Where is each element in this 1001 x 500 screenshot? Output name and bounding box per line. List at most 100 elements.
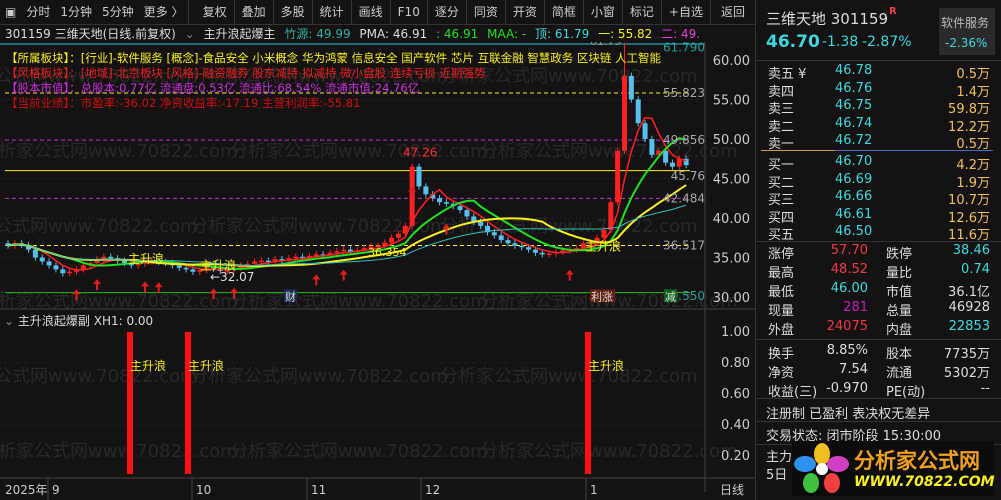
stat-value: 57.70: [830, 243, 868, 258]
stat-row: 外盘 24075 内盘 22853: [768, 319, 990, 338]
price-tick-label: 30.00: [713, 291, 750, 306]
sub-indicator-name[interactable]: 主升浪起爆副: [18, 314, 90, 328]
small-window-button[interactable]: 小窗: [584, 0, 623, 25]
watermark: 分析家公式网www.70822.com: [0, 141, 238, 162]
order-book-row[interactable]: 买一 46.70 4.2万: [768, 154, 990, 173]
level-price: 46.74: [835, 115, 873, 131]
candle-body: [505, 240, 511, 244]
signal-bar: [127, 332, 133, 474]
stock-name: 三维天地 301159: [766, 10, 889, 28]
sub-tick-label: 0.80: [721, 356, 750, 371]
stat-value: 8.85%: [826, 343, 868, 358]
time-tick-label: 12: [425, 483, 440, 497]
f10-button[interactable]: F10: [391, 0, 428, 25]
stat-value: 7.54: [839, 362, 868, 377]
stat-label: 股本: [886, 347, 913, 362]
style-key: 【风格板块】：: [6, 66, 81, 80]
stat-label: 市值: [886, 285, 913, 300]
tick-button[interactable]: 逐分: [428, 0, 467, 25]
sector-pct: -2.36%: [945, 36, 988, 50]
indicator-dropdown-icon[interactable]: ⌄: [185, 27, 195, 41]
order-book-row[interactable]: 卖三 46.75 59.8万: [768, 98, 990, 117]
style-value: [地域]-北京板块 [风格]-融资融券 股东减持 拟减持 微小盘股 连续亏损 近…: [80, 66, 486, 80]
candle-body: [526, 247, 532, 250]
stat-value: 0.74: [961, 262, 990, 277]
sub-indicator-header: ⌄ 主升浪起爆副 XH1: 0.00: [4, 312, 153, 329]
candle-body: [512, 243, 518, 246]
stat-label: 总量: [886, 304, 913, 319]
order-book-row[interactable]: 买三 46.66 10.7万: [768, 189, 990, 208]
candle-body: [546, 253, 552, 256]
stat-value: 46928: [948, 300, 990, 315]
watermark: 分析家公式网www.70822.com: [230, 291, 488, 312]
up-arrow-icon: [339, 269, 348, 281]
order-book-row[interactable]: 卖二 46.74 12.2万: [768, 116, 990, 135]
back-button[interactable]: 返回: [711, 0, 755, 25]
candle-body: [532, 249, 538, 253]
level-label: 买三: [768, 193, 795, 208]
candle-body: [416, 166, 422, 187]
same-fund-button[interactable]: 同资: [467, 0, 506, 25]
signal-bar: [185, 332, 191, 474]
tab-5min[interactable]: 5分钟: [97, 0, 139, 25]
overlay-button[interactable]: 叠加: [235, 0, 274, 25]
mark-button[interactable]: 标记: [623, 0, 662, 25]
signal-label: 主升浪: [130, 358, 166, 373]
v3-value: : 46.91: [436, 27, 479, 41]
level-price: 46.61: [835, 206, 873, 222]
candle-body: [649, 139, 655, 155]
jian-label: 减: [665, 290, 676, 303]
cai-label: 财: [285, 289, 296, 303]
time-tick-label: 11: [311, 483, 326, 497]
tab-intraday[interactable]: 分时: [21, 0, 55, 25]
candle-body: [464, 210, 470, 217]
level-price: 46.78: [835, 63, 873, 78]
order-book-row[interactable]: 卖五 ¥ 46.78 0.5万: [768, 63, 990, 82]
sector-name: 软件服务: [941, 16, 990, 30]
tab-1min[interactable]: 1分钟: [55, 0, 97, 25]
candle-body: [498, 235, 504, 241]
watermark: 分析家公式网www.70822.com: [190, 366, 448, 387]
price-tick-label: 45.00: [713, 173, 750, 188]
stat-row: 现量 281 总量 46928: [768, 300, 990, 319]
order-book-row[interactable]: 买四 46.61 12.6万: [768, 207, 990, 226]
watermark: 分析家公式网www.70822.com: [0, 441, 238, 462]
stat-value: 48.52: [830, 262, 868, 277]
restore-rights-button[interactable]: 复权: [196, 0, 235, 25]
indicator-name[interactable]: 主升浪起爆主: [204, 27, 276, 41]
wave-label: 主升浪: [585, 238, 621, 253]
candle-body: [663, 150, 669, 163]
order-book-row[interactable]: 卖四 46.76 1.4万: [768, 81, 990, 100]
candle-body: [395, 233, 401, 238]
draw-button[interactable]: 画线: [352, 0, 391, 25]
open-fund-button[interactable]: 开资: [506, 0, 545, 25]
level-label: 42.484: [663, 191, 705, 205]
price-tick-label: 55.00: [713, 94, 750, 109]
up-arrow-icon: [93, 279, 102, 291]
stats-button[interactable]: 统计: [313, 0, 352, 25]
candle-body: [32, 249, 38, 258]
multi-stock-button[interactable]: 多股: [274, 0, 313, 25]
order-book-row[interactable]: 买二 46.69 1.9万: [768, 172, 990, 191]
sector-badge[interactable]: 软件服务 -2.36%: [939, 8, 995, 55]
lizhang-label: 利涨: [591, 290, 613, 303]
stat-label: 量比: [886, 266, 913, 281]
two-value: 二: 49.: [661, 27, 701, 41]
sidebar-toggle-icon[interactable]: ▣: [0, 0, 21, 25]
level-volume: 1.4万: [956, 84, 990, 100]
simple-frame-button[interactable]: 简框: [545, 0, 584, 25]
sub-dropdown-icon[interactable]: ⌄: [4, 314, 14, 328]
add-watchlist-button[interactable]: +自选: [662, 0, 711, 25]
price-pct: -2.87%: [862, 34, 912, 50]
stat-value: 5302万: [943, 366, 990, 381]
signal-label: 主升浪: [188, 358, 224, 373]
candle-body: [190, 269, 196, 272]
up-arrow-icon: [312, 274, 321, 286]
price-tick-label: 50.00: [713, 133, 750, 148]
watermark: 分析家公式网www.70822.com: [440, 366, 698, 387]
level-label: 36.517: [663, 239, 705, 253]
perf-key: 【当前业绩】：: [6, 96, 81, 110]
candle-body: [108, 256, 114, 259]
tab-more[interactable]: 更多 〉: [139, 0, 190, 25]
toolbar: ▣ 分时 1分钟 5分钟 更多 〉 复权 叠加 多股 统计 画线 F10 逐分 …: [0, 0, 755, 25]
